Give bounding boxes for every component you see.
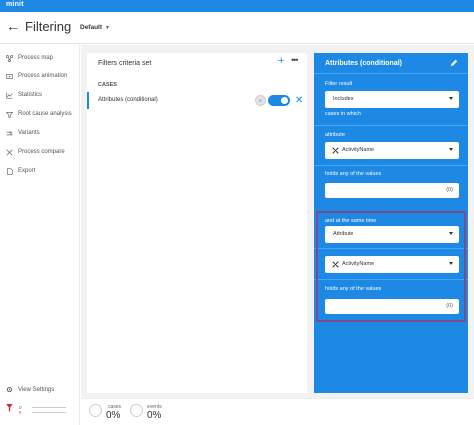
sidebar-item-label: Process compare (18, 149, 65, 155)
divider (314, 125, 468, 126)
mini-bar-events (32, 412, 66, 413)
process-animation-icon (6, 73, 13, 79)
page-title: Filtering (25, 19, 72, 34)
filter-item-attributes-conditional[interactable]: Attributes (conditional) ✕ (87, 92, 307, 109)
top-bar: minit (0, 0, 474, 12)
attribute-icon (332, 147, 339, 154)
chevron-down-icon (449, 97, 453, 100)
holds-values-label: holds any of the values (325, 171, 382, 177)
sidebar-item-label: Process animation (18, 73, 68, 79)
divider (314, 73, 468, 74)
sidebar-item-label: Export (18, 168, 36, 174)
view-settings-label: View Settings (18, 386, 55, 393)
sidebar-item-process-compare[interactable]: Process compare (6, 146, 65, 158)
dropdown-value: ActivityName (342, 147, 375, 153)
sidebar-item-statistics[interactable]: Statistics (6, 89, 42, 101)
sidebar-item-process-animation[interactable]: Process animation (6, 70, 67, 82)
root-cause-icon (6, 111, 13, 118)
view-selector[interactable]: Default ▼ (80, 24, 110, 31)
filters-criteria-panel: Filters criteria set + ••• CASES Attribu… (87, 53, 307, 393)
stats-footer: cases 0% events 0% (81, 398, 474, 425)
filter-result-dropdown[interactable]: Includes (325, 91, 459, 108)
process-map-icon (6, 54, 13, 62)
values-selector[interactable]: (0) (325, 183, 459, 198)
pencil-icon[interactable] (450, 59, 458, 67)
sidebar-item-label: Root cause analysis (18, 111, 72, 117)
filter-indicator (6, 404, 13, 412)
variants-icon (6, 131, 13, 135)
sidebar-item-label: Variants (18, 130, 40, 136)
filter-item-label: Attributes (conditional) (98, 97, 158, 103)
sidebar: Process map Process animation Statistics… (0, 45, 80, 425)
filter-result-label: Filter result (325, 81, 353, 87)
divider (314, 165, 468, 166)
export-icon (7, 167, 13, 175)
filter-enable-toggle[interactable] (268, 95, 290, 106)
highlight-box (316, 211, 466, 322)
panel-title: Filters criteria set (98, 60, 152, 67)
panel-title: Attributes (conditional) (325, 60, 402, 67)
attribute-label: attribute (325, 132, 345, 138)
chevron-down-icon: ▼ (105, 25, 110, 31)
sidebar-item-export[interactable]: Export (6, 165, 35, 177)
events-progress-ring (130, 404, 143, 417)
statistics-icon (6, 92, 13, 99)
dropdown-value: Includes (333, 96, 354, 102)
mini-stats: 0 0 (19, 405, 22, 415)
gear-icon (6, 386, 13, 393)
view-selector-label: Default (80, 24, 103, 31)
sidebar-item-root-cause[interactable]: Root cause analysis (6, 108, 72, 120)
mini-stat-events: 0 (19, 410, 22, 415)
section-heading: CASES (98, 82, 117, 88)
cases-progress-ring (89, 404, 102, 417)
sidebar-item-label: Process map (18, 55, 54, 61)
add-filter-icon[interactable]: + (278, 56, 284, 67)
mini-bar-cases (32, 407, 66, 408)
more-options-icon[interactable]: ••• (291, 55, 299, 66)
sidebar-item-process-map[interactable]: Process map (6, 52, 53, 64)
values-count: (0) (446, 187, 453, 193)
sidebar-item-variants[interactable]: Variants (6, 127, 40, 139)
view-settings-button[interactable]: View Settings (6, 386, 54, 393)
filter-funnel-icon (6, 404, 13, 412)
brand-logo: minit (6, 1, 24, 8)
close-icon[interactable]: ✕ (295, 95, 303, 106)
filter-status-icon[interactable] (255, 95, 266, 106)
back-arrow-icon[interactable]: ← (6, 19, 20, 33)
chevron-down-icon (449, 148, 453, 151)
cases-value: 0% (106, 410, 121, 421)
attribute-dropdown[interactable]: ActivityName (325, 142, 459, 159)
page-header: ← Filtering Default ▼ (0, 12, 474, 44)
process-compare-icon (6, 148, 13, 156)
sidebar-item-label: Statistics (18, 92, 43, 98)
events-value: 0% (147, 410, 162, 421)
cases-in-which-label: cases in which (325, 111, 361, 117)
